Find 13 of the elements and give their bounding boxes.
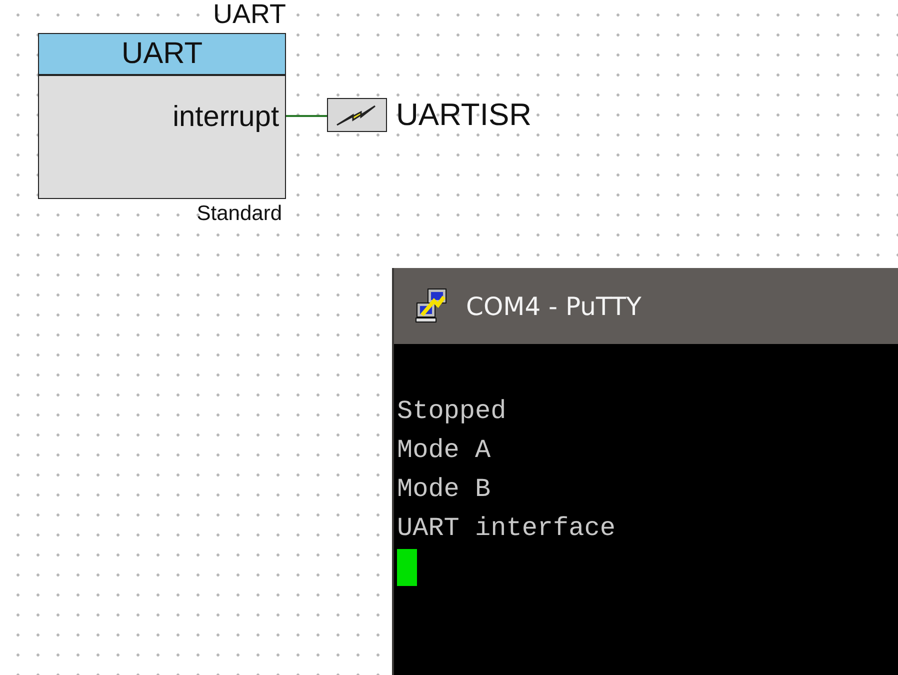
- interrupt-icon[interactable]: [327, 98, 387, 132]
- window-title: COM4 - PuTTY: [466, 292, 642, 320]
- terminal-line: Stopped: [397, 395, 508, 428]
- component-type: UART: [39, 34, 285, 76]
- wire: [286, 115, 327, 117]
- terminal-line: Mode A: [397, 434, 492, 467]
- variant-label: Standard: [196, 202, 282, 226]
- interrupt-name: UARTISR: [396, 97, 532, 133]
- terminal-line: Mode B: [397, 473, 492, 506]
- uart-component[interactable]: UART interrupt: [38, 33, 286, 199]
- terminal-line: UART interface: [397, 512, 616, 545]
- terminal-label: interrupt: [172, 101, 279, 134]
- instance-name: UART: [212, 0, 286, 28]
